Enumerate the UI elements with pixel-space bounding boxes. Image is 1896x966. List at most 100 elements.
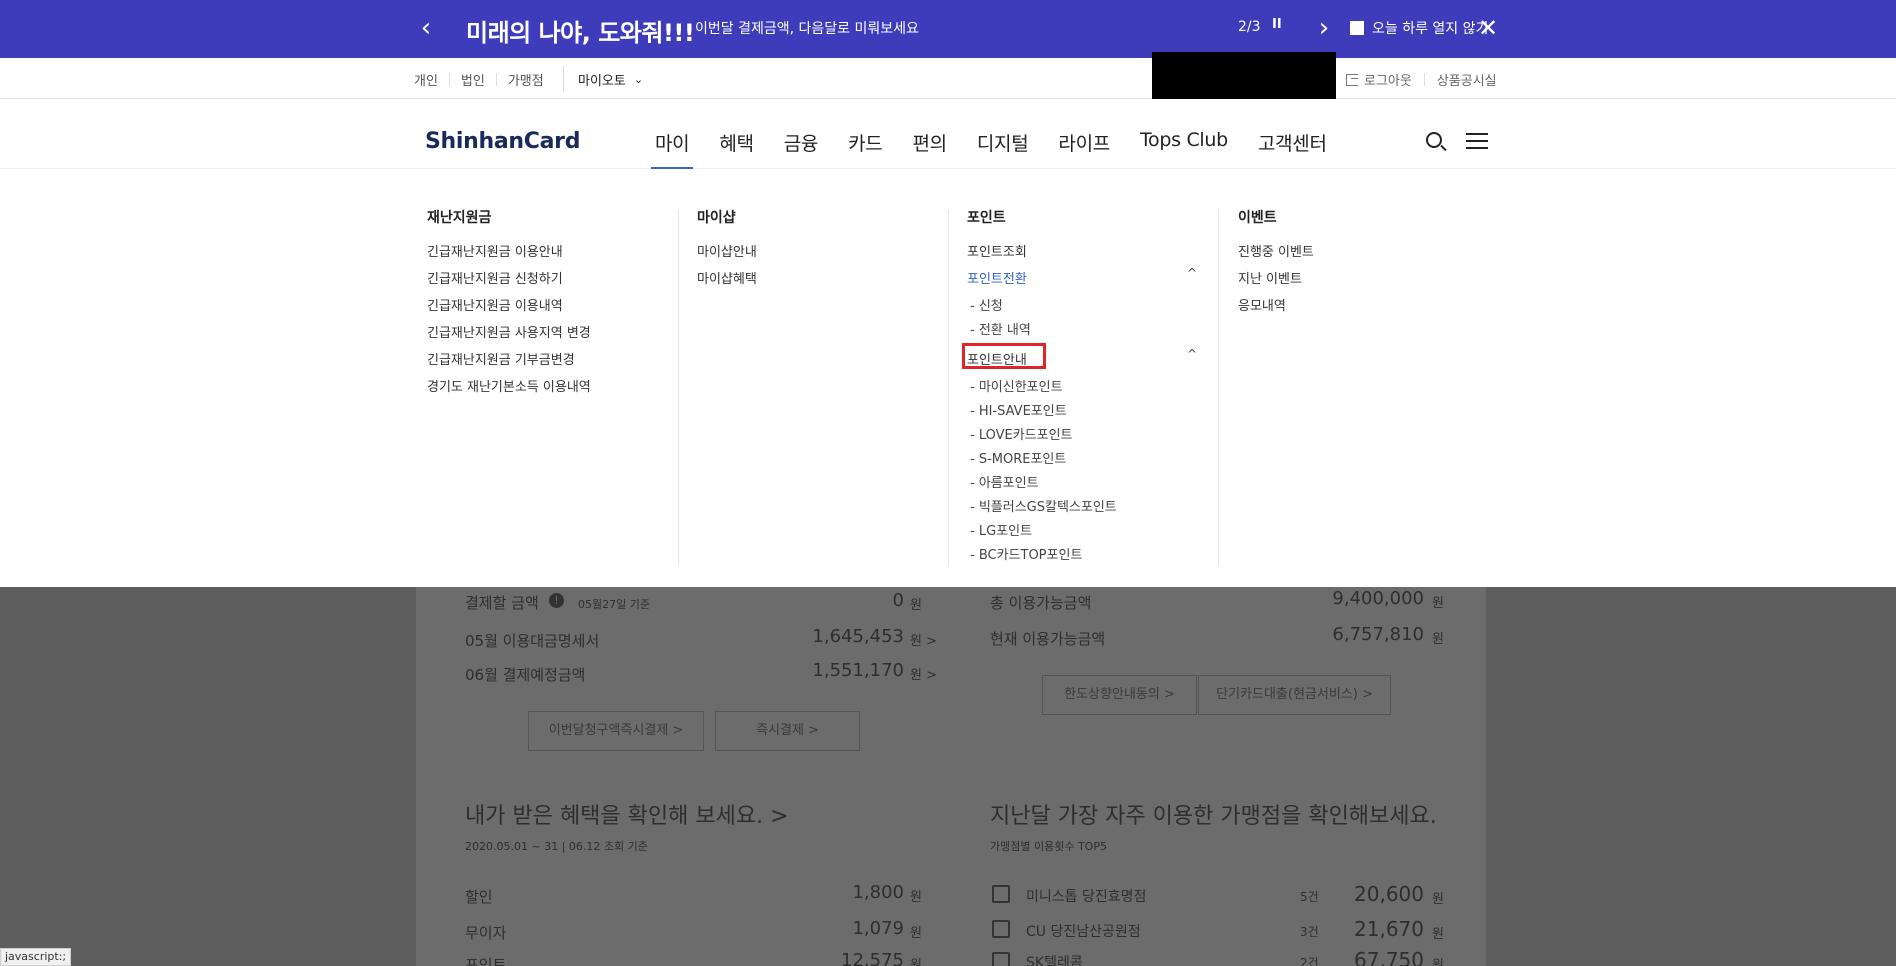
chevron-up-icon[interactable]: ^	[1187, 347, 1197, 361]
unit-label: 원 >	[910, 634, 937, 649]
unit-label: 원	[910, 598, 922, 613]
menu-link[interactable]: 긴급재난지원금 이용내역	[427, 295, 563, 314]
checkbox-icon	[1350, 21, 1364, 35]
submenu-link[interactable]: - 마이신한포인트	[970, 376, 1063, 395]
gnb-item-convenience[interactable]: 편의	[913, 129, 948, 156]
payment-amount-value: 0	[892, 590, 904, 611]
current-limit-value: 6,757,810	[1332, 624, 1424, 645]
mega-col-title: 마이샵	[697, 210, 736, 226]
chevron-up-icon[interactable]: ^	[1187, 266, 1197, 280]
menu-link[interactable]: 마이샵안내	[697, 241, 757, 260]
link-corporate[interactable]: 법인	[461, 70, 485, 89]
menu-link[interactable]: 경기도 재난기본소득 이용내역	[427, 376, 591, 395]
promo-banner: ‹ 미래의 나야, 도와줘!!! 이번달 결제금액, 다음달로 미뤄보세요 2/…	[0, 0, 1896, 58]
interest-free-label: 무이자	[465, 924, 507, 942]
menu-link[interactable]: 마이샵혜택	[697, 268, 757, 287]
shopping-bag-icon	[992, 885, 1010, 903]
myauto-label: 마이오토	[578, 74, 626, 89]
cash-service-button[interactable]: 단기카드대출(현금서비스) >	[1198, 675, 1391, 715]
calendar-icon	[992, 952, 1010, 966]
discount-value: 1,800	[852, 882, 904, 903]
unit-label: 원 >	[910, 668, 937, 683]
utility-bar: 개인 법인 가맹점 마이오토 ⌄ 로그아웃 상품공시실	[0, 58, 1896, 99]
banner-subline[interactable]: 이번달 결제금액, 다음달로 미뤄보세요	[695, 18, 919, 38]
expected-payment-label[interactable]: 06월 결제예정금액	[465, 664, 585, 685]
logout-icon	[1346, 73, 1358, 86]
info-icon[interactable]: !	[549, 593, 564, 608]
customer-type-links: 개인 법인 가맹점	[414, 70, 544, 89]
link-merchant[interactable]: 가맹점	[508, 70, 544, 89]
logout-link[interactable]: 로그아웃	[1346, 70, 1412, 89]
chevron-down-icon: ⌄	[633, 73, 644, 86]
store-count: 2건	[1300, 956, 1319, 966]
menu-link[interactable]: 긴급재난지원금 신청하기	[427, 268, 563, 287]
statement-value[interactable]: 1,645,453	[780, 626, 904, 647]
gnb-item-finance[interactable]: 금융	[784, 129, 819, 156]
limit-increase-button[interactable]: 한도상향안내동의 >	[1042, 675, 1197, 715]
menu-link[interactable]: 지난 이벤트	[1238, 268, 1302, 287]
banner-next-button[interactable]: ›	[1312, 14, 1336, 44]
menu-link[interactable]: 긴급재난지원금 이용안내	[427, 241, 563, 260]
gnb-item-customer-center[interactable]: 고객센터	[1258, 129, 1327, 156]
mega-col-title: 포인트	[967, 210, 1006, 226]
gnb-item-benefit[interactable]: 혜택	[719, 129, 754, 156]
unit-label: 원	[910, 926, 922, 941]
menu-link[interactable]: 응모내역	[1238, 295, 1286, 314]
submenu-link[interactable]: - 아름포인트	[970, 472, 1039, 491]
interest-free-value: 1,079	[852, 918, 904, 939]
mega-col-event: 이벤트 진행중 이벤트 지난 이벤트 응모내역	[1238, 169, 1478, 569]
store-amount: 21,670	[1354, 917, 1424, 941]
banner-headline[interactable]: 미래의 나야, 도와줘!!!	[466, 13, 695, 48]
menu-group-point-conversion[interactable]: 포인트전환	[967, 268, 1027, 287]
unit-label: 원	[910, 958, 922, 966]
mega-col-myshop: 마이샵 마이샵안내 마이샵혜택	[697, 169, 947, 569]
menu-link-point-inquiry[interactable]: 포인트조회	[967, 241, 1027, 260]
unit-label: 원	[1432, 927, 1444, 942]
search-icon[interactable]	[1426, 132, 1447, 152]
gnb-item-card[interactable]: 카드	[848, 129, 883, 156]
column-divider	[678, 209, 679, 565]
statement-label[interactable]: 05월 이용대금명세서	[465, 630, 599, 651]
mega-col-point: 포인트 포인트조회 포인트전환 ^ - 신청 - 전환 내역 포인트안내 ^ -…	[967, 169, 1202, 569]
pay-this-month-button[interactable]: 이번달청구액즉시결제 >	[528, 711, 704, 751]
menu-link[interactable]: 진행중 이벤트	[1238, 241, 1314, 260]
unit-label: 원	[1432, 596, 1444, 611]
menu-link[interactable]: 긴급재난지원금 사용지역 변경	[427, 322, 591, 341]
submenu-link[interactable]: - BC카드TOP포인트	[970, 544, 1082, 563]
myauto-dropdown[interactable]: 마이오토 ⌄	[578, 70, 643, 89]
submenu-link[interactable]: - 신청	[970, 295, 1003, 314]
store-count: 5건	[1300, 890, 1319, 904]
gnb-item-tops-club[interactable]: Tops Club	[1140, 129, 1228, 156]
gnb-item-my[interactable]: 마이	[650, 129, 694, 169]
menu-icon[interactable]	[1466, 132, 1488, 150]
unit-label: 원	[910, 890, 922, 905]
submenu-link[interactable]: - LOVE카드포인트	[970, 424, 1073, 443]
mega-col-title: 이벤트	[1238, 210, 1277, 226]
instant-pay-button[interactable]: 즉시결제 >	[715, 711, 860, 751]
gnb-item-life[interactable]: 라이프	[1058, 129, 1110, 156]
mega-menu-my: 재난지원금 긴급재난지원금 이용안내 긴급재난지원금 신청하기 긴급재난지원금 …	[0, 169, 1896, 587]
banner-noshow-checkbox[interactable]: 오늘 하루 열지 않기	[1350, 18, 1488, 38]
gnb-item-digital[interactable]: 디지털	[977, 129, 1029, 156]
banner-pause-button[interactable]: II	[1272, 17, 1282, 32]
link-personal[interactable]: 개인	[414, 70, 438, 89]
submenu-link[interactable]: - 빅플러스GS칼텍스포인트	[970, 496, 1117, 515]
payment-date-note: 05월27일 기준	[578, 598, 650, 611]
menu-link[interactable]: 긴급재난지원금 기부금변경	[427, 349, 575, 368]
expected-payment-value[interactable]: 1,551,170	[780, 660, 904, 681]
point-value: 12,575	[841, 950, 904, 966]
store-name: CU 당진남산공원점	[1026, 924, 1141, 940]
submenu-link[interactable]: - S-MORE포인트	[970, 448, 1066, 467]
gnb-menu: 마이 혜택 금융 카드 편의 디지털 라이프 Tops Club 고객센터	[640, 129, 1342, 169]
benefit-title[interactable]: 내가 받은 혜택을 확인해 보세요. >	[465, 798, 789, 830]
submenu-link[interactable]: - 전환 내역	[970, 319, 1031, 338]
submenu-link[interactable]: - LG포인트	[970, 520, 1032, 539]
store-name: SK텔레콤	[1026, 955, 1083, 966]
banner-prev-button[interactable]: ‹	[414, 14, 438, 44]
shopping-bag-icon	[992, 920, 1010, 938]
product-notice-link[interactable]: 상품공시실	[1437, 70, 1497, 89]
banner-close-icon[interactable]: ✕	[1478, 14, 1498, 42]
submenu-link[interactable]: - HI-SAVE포인트	[970, 400, 1067, 419]
shinhan-card-logo[interactable]: ShinhanCard	[425, 129, 580, 154]
mega-col-title: 재난지원금	[427, 210, 492, 226]
